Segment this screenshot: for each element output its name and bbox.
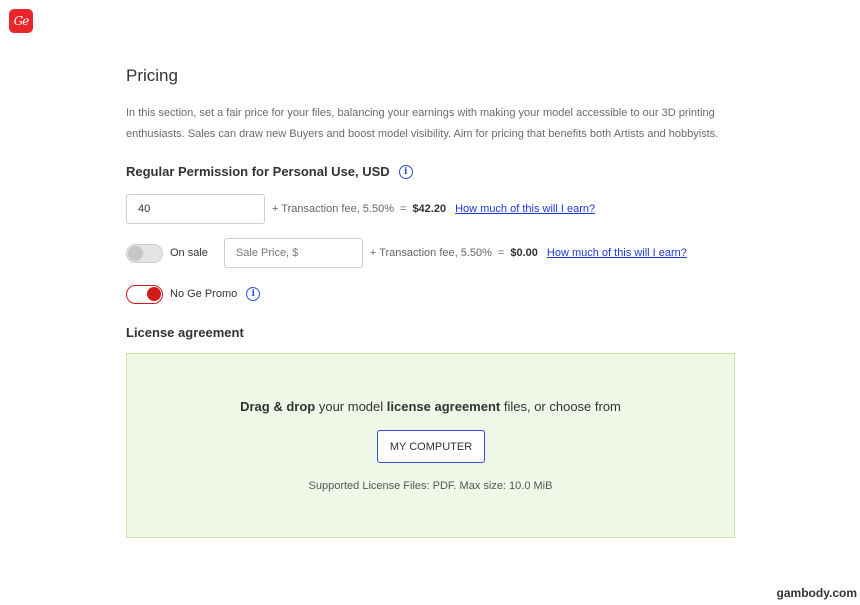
no-ge-promo-toggle[interactable]	[126, 284, 163, 304]
toggle-knob	[147, 286, 161, 301]
info-icon[interactable]: i	[246, 287, 261, 301]
dropzone-text-part: files, or choose from	[500, 399, 621, 414]
sale-how-much-earn-link[interactable]: How much of this will I earn?	[547, 247, 687, 259]
regular-permission-heading-text: Regular Permission for Personal Use, USD	[126, 164, 390, 179]
page-title: Pricing	[126, 66, 178, 85]
regular-permission-heading: Regular Permission for Personal Use, USD…	[126, 164, 413, 179]
on-sale-toggle[interactable]	[126, 243, 163, 263]
equals-sign: =	[400, 203, 407, 215]
regular-price-row: + Transaction fee, 5.50% = $42.20 How mu…	[126, 194, 595, 224]
pricing-intro-text: In this section, set a fair price for yo…	[126, 107, 719, 140]
transaction-fee-text: + Transaction fee, 5.50%	[272, 203, 394, 215]
gambody-logo[interactable]: Ge	[9, 9, 33, 33]
no-ge-promo-label: No Ge Promo	[170, 288, 238, 300]
info-icon[interactable]: i	[398, 164, 413, 179]
sale-price-input[interactable]	[223, 238, 363, 268]
regular-total-price: $42.20	[412, 203, 447, 215]
dropzone-instructions: Drag & drop your model license agreement…	[127, 399, 734, 414]
license-agreement-text: license agreement	[386, 399, 501, 414]
license-agreement-heading: License agreement	[126, 325, 244, 340]
equals-sign: =	[497, 247, 505, 259]
how-much-earn-link[interactable]: How much of this will I earn?	[455, 203, 595, 215]
watermark: gambody.com	[776, 586, 857, 600]
drag-drop-text: Drag & drop	[240, 399, 316, 414]
no-promo-row: No Ge Promo i	[126, 284, 261, 304]
my-computer-button[interactable]: MY COMPUTER	[377, 430, 485, 463]
dropzone-text-part: your model	[315, 399, 387, 414]
license-dropzone[interactable]: Drag & drop your model license agreement…	[126, 353, 735, 538]
sale-transaction-fee-text: + Transaction fee, 5.50%	[369, 247, 492, 259]
on-sale-row: On sale + Transaction fee, 5.50% = $0.00…	[126, 238, 687, 268]
on-sale-label: On sale	[170, 247, 208, 259]
toggle-knob	[128, 245, 143, 261]
supported-files-note: Supported License Files: PDF. Max size: …	[308, 480, 553, 492]
regular-price-input[interactable]	[126, 194, 265, 224]
sale-total-price: $0.00	[510, 247, 538, 259]
